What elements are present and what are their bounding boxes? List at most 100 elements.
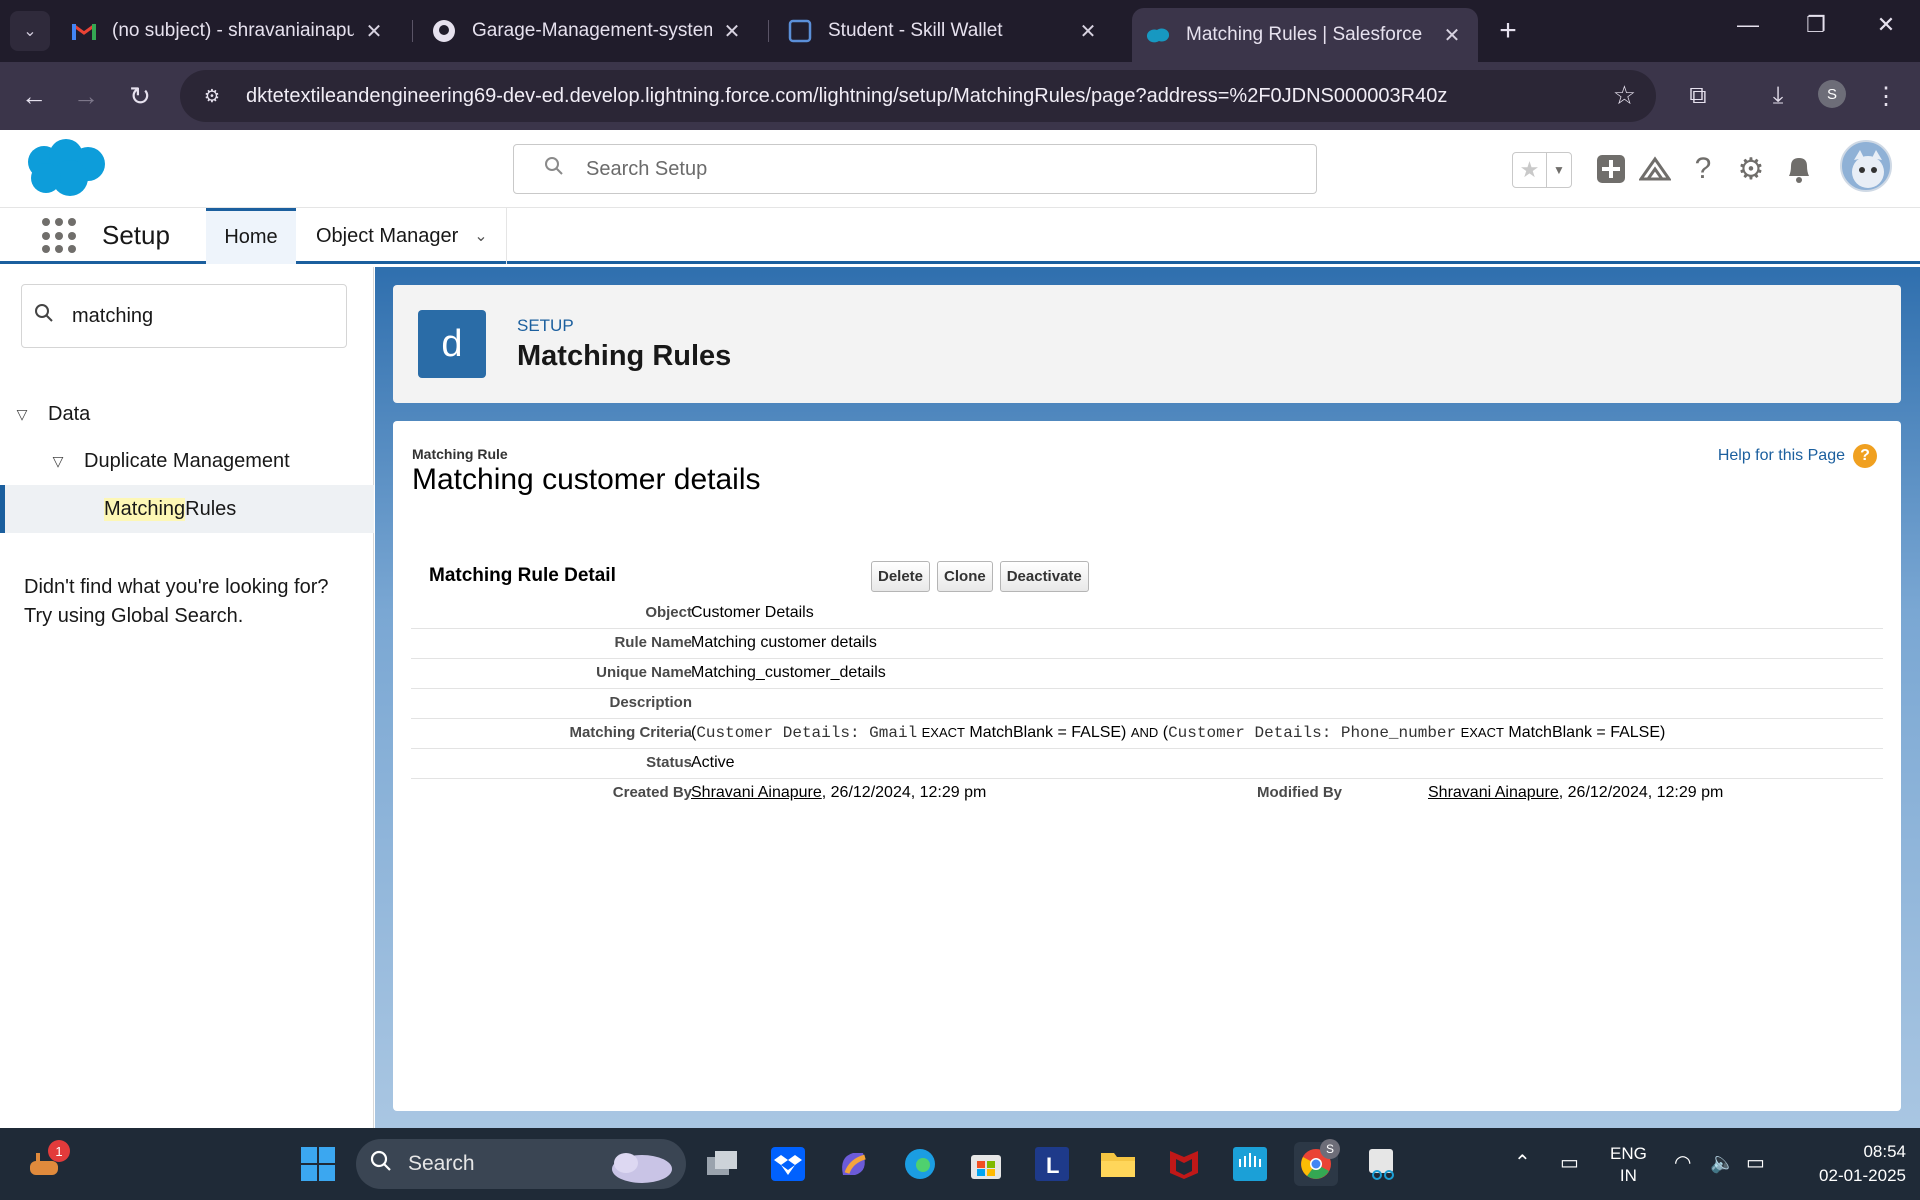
chevron-down-icon[interactable]: ⌄ [474,226,487,246]
global-search-hint: Try using Global Search. [24,605,244,627]
tree-item-label: Rules [185,497,237,520]
modified-by-user-link[interactable]: Shravani Ainapure [1428,784,1559,801]
edge-icon[interactable] [898,1142,942,1186]
battery-icon[interactable]: ▭ [1746,1150,1765,1175]
chevron-down-icon[interactable]: ▽ [48,453,68,470]
help-link-label: Help for this Page [1717,447,1845,464]
tab-gmail[interactable]: (no subject) - shravaniainapure@ ✕ [58,8,400,54]
close-window-icon[interactable]: ✕ [1866,12,1906,38]
new-tab-button[interactable]: + [1490,14,1526,48]
salesforce-logo-icon[interactable] [22,138,112,205]
windows-start-icon[interactable] [296,1142,340,1186]
section-title: Matching Rule Detail [429,565,616,586]
criteria-and: AND [1130,725,1159,740]
global-actions-icon[interactable] [1590,148,1632,190]
site-settings-icon[interactable]: ⚙ [192,76,232,116]
touch-keyboard-icon[interactable]: ▭ [1560,1150,1579,1175]
wifi-icon[interactable]: ◠ [1674,1150,1691,1175]
favorites-dropdown-icon[interactable]: ▼ [1547,153,1571,187]
tree-item-matching-rules[interactable]: Matching Rules [0,485,374,533]
close-tab-icon[interactable]: ✕ [1440,23,1464,48]
tab-skill-wallet[interactable]: Student - Skill Wallet ✕ [774,8,1114,54]
field-label: Matching Criteria [569,724,692,741]
task-view-icon[interactable] [700,1142,744,1186]
tab-title: Matching Rules | Salesforce [1186,24,1423,45]
close-tab-icon[interactable]: ✕ [720,19,744,44]
menu-dots-icon[interactable]: ⋮ [1866,76,1906,116]
field-label: Object [645,604,692,621]
cisco-packet-tracer-icon[interactable] [1228,1142,1272,1186]
copilot-icon[interactable] [832,1142,876,1186]
show-hidden-icons-icon[interactable]: ⌃ [1514,1150,1531,1175]
volume-icon[interactable]: 🔈 [1710,1150,1735,1175]
tree-item-label: Duplicate Management [84,449,290,472]
criteria-operator: EXACT [1460,725,1504,740]
reload-icon[interactable]: ↻ [120,76,160,116]
search-icon [544,156,568,182]
search-highlight: Matching [104,497,186,521]
detail-table: Object Customer Details Rule Name Matchi… [411,599,1883,809]
trailhead-icon[interactable] [1634,148,1676,190]
tab-separator [768,20,769,42]
criteria-field: Customer Details: Gmail [696,724,918,742]
tab-object-manager[interactable]: Object Manager ⌄ [298,208,507,264]
setup-gear-icon[interactable]: ⚙ [1730,148,1772,190]
search-setup-input[interactable]: Search Setup [513,144,1317,194]
delete-button[interactable]: Delete [871,561,931,592]
help-icon[interactable]: ? [1682,148,1724,190]
browser-profile-avatar[interactable]: S [1818,80,1846,108]
app-launcher-icon[interactable] [42,218,78,254]
entity-name: Matching customer details [412,463,761,496]
tab-home[interactable]: Home [206,208,296,264]
github-icon [432,19,456,43]
setup-page-icon: d [418,310,486,378]
mcafee-icon[interactable] [1162,1142,1206,1186]
favorites-group[interactable]: ★ ▼ [1512,152,1572,188]
tab-github[interactable]: Garage-Management-system/R ✕ [418,8,758,54]
search-highlight-art-icon [604,1143,676,1190]
help-for-page-link[interactable]: Help for this Page ? [1718,444,1877,468]
system-clock[interactable]: 08:54 02-01-2025 [1796,1140,1906,1188]
tree-item-duplicate-management[interactable]: ▽ Duplicate Management [0,437,374,485]
chrome-profile-badge: S [1320,1139,1340,1159]
input-language[interactable]: ENG IN [1610,1143,1647,1187]
created-by-user-link[interactable]: Shravani Ainapure [691,784,822,801]
url-text: dktetextileandengineering69-dev-ed.devel… [246,84,1448,107]
user-avatar[interactable] [1840,140,1892,192]
restore-icon[interactable]: ❐ [1796,12,1836,38]
close-tab-icon[interactable]: ✕ [1076,19,1100,44]
detail-row-status: Status Active [411,749,1883,779]
bookmark-star-icon[interactable]: ☆ [1613,80,1636,111]
field-label: Status [646,754,692,771]
extensions-icon[interactable]: ⧉ [1678,76,1718,116]
setup-navigation: Setup Home Object Manager ⌄ [0,208,1920,264]
deactivate-button[interactable]: Deactivate [999,561,1089,592]
notifications-bell-icon[interactable] [1778,148,1820,190]
tab-search-button[interactable]: ⌄ [10,11,50,51]
lens-app-icon[interactable]: L [1030,1142,1074,1186]
criteria-field: Customer Details: Phone_number [1168,724,1457,742]
download-icon[interactable]: ⤓ [1758,76,1798,116]
detail-row-description: Description [411,689,1883,719]
snipping-tool-icon[interactable] [1360,1142,1404,1186]
back-icon[interactable]: ← [14,76,54,116]
taskbar-search[interactable]: Search [356,1139,686,1189]
forward-icon[interactable]: → [66,76,106,116]
clone-button[interactable]: Clone [937,561,993,592]
tree-item-data[interactable]: ▽ Data [0,390,374,438]
address-bar[interactable]: ⚙ dktetextileandengineering69-dev-ed.dev… [180,70,1656,122]
close-tab-icon[interactable]: ✕ [362,19,386,44]
minimize-icon[interactable]: — [1728,12,1768,38]
clock-time: 08:54 [1863,1142,1906,1161]
favorite-star-icon[interactable]: ★ [1513,153,1547,187]
chevron-down-icon[interactable]: ▽ [12,406,32,423]
entity-type-label: Matching Rule [412,446,508,462]
not-found-hint: Didn't find what you're looking for? Try… [24,573,354,631]
svg-text:L: L [1046,1153,1059,1178]
file-explorer-icon[interactable] [1096,1142,1140,1186]
dropbox-icon[interactable] [766,1142,810,1186]
skillwallet-icon [788,19,812,43]
tab-salesforce[interactable]: Matching Rules | Salesforce ✕ [1132,8,1478,62]
quick-find-input[interactable]: matching [21,284,347,348]
microsoft-store-icon[interactable] [964,1142,1008,1186]
